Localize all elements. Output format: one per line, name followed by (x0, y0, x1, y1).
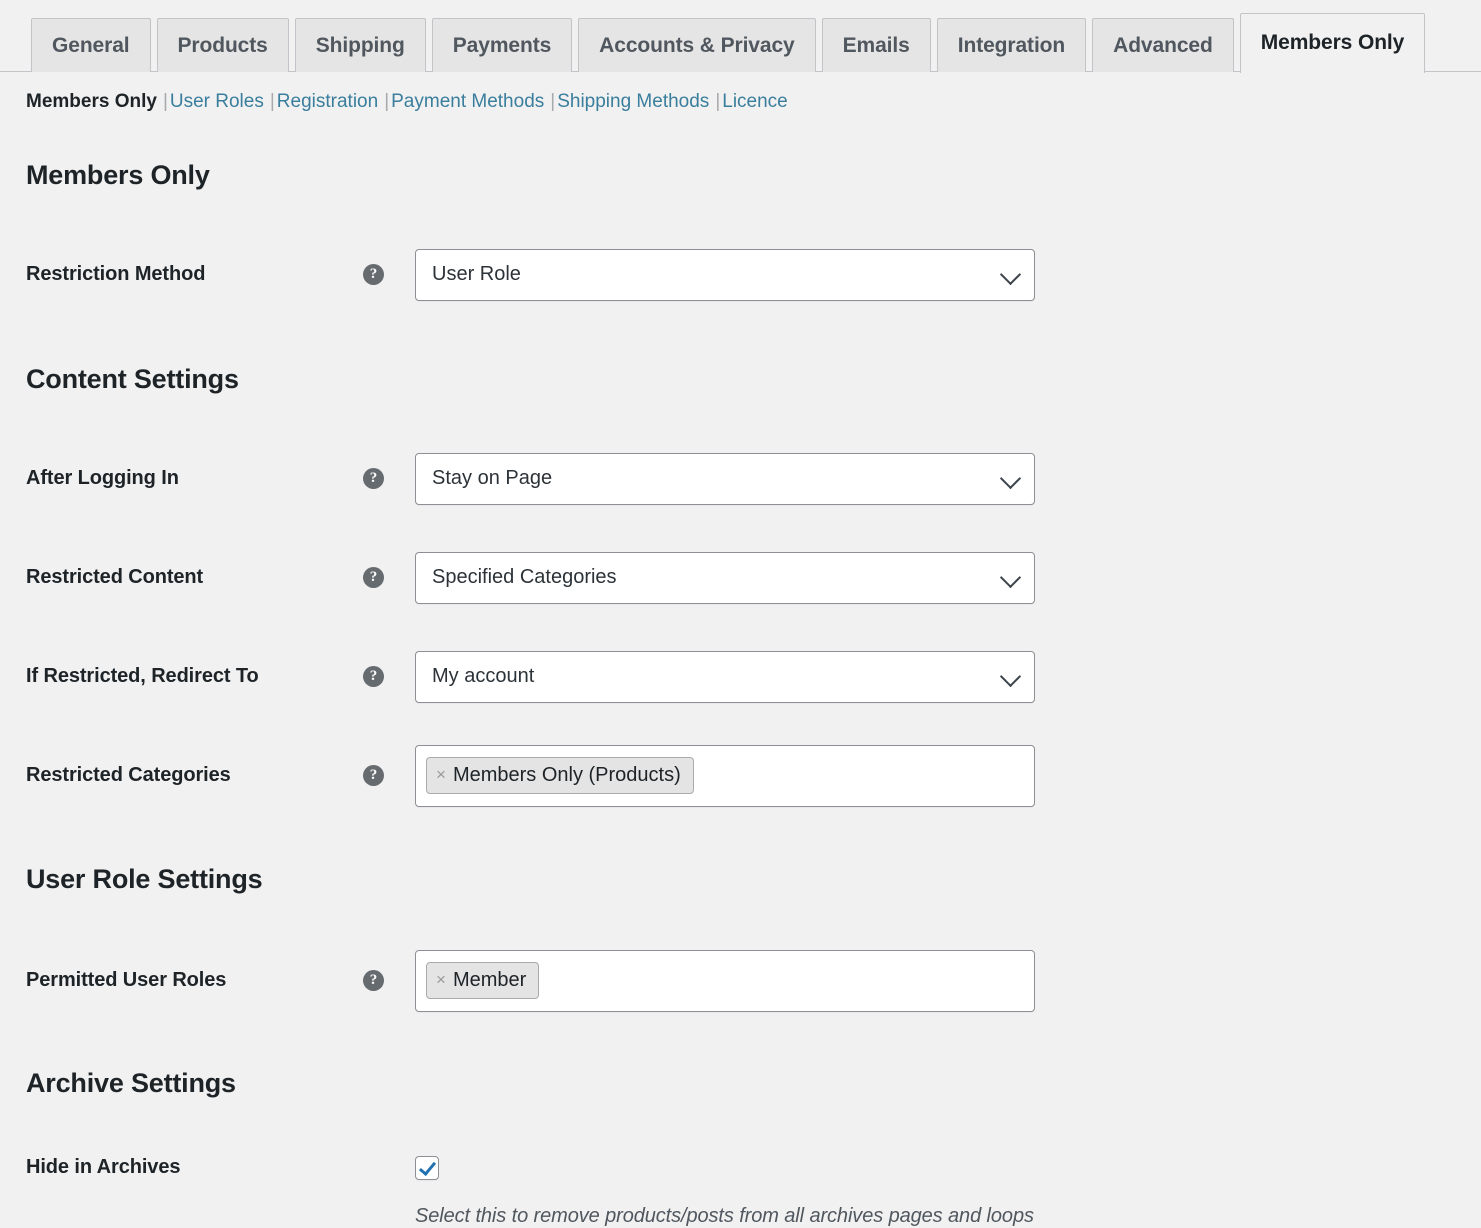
select-value: Specified Categories (432, 566, 617, 589)
tab-shipping[interactable]: Shipping (294, 18, 426, 72)
subnav-link-licence[interactable]: Licence (722, 91, 788, 112)
tab-emails[interactable]: Emails (821, 18, 931, 72)
token-remove-icon[interactable]: × (436, 765, 446, 785)
help-icon[interactable]: ? (363, 765, 384, 787)
checkbox-hide-in-archives[interactable] (415, 1155, 439, 1180)
settings-tab-bar: General Products Shipping Payments Accou… (0, 0, 1481, 73)
tab-products[interactable]: Products (156, 18, 289, 72)
hint-row-hide-in-archives: Select this to remove products/posts fro… (26, 1205, 1481, 1228)
select-value: My account (432, 665, 535, 688)
field-row-restricted-content: Restricted Content ? Specified Categorie… (26, 551, 1481, 604)
field-row-restricted-categories: Restricted Categories ? × Members Only (P… (26, 744, 1481, 807)
subnav-link-registration[interactable]: Registration (277, 91, 378, 112)
tab-integration[interactable]: Integration (936, 18, 1087, 72)
token-item: × Member (426, 962, 540, 1000)
tab-general[interactable]: General (31, 18, 151, 72)
label-permitted-user-roles: Permitted User Roles (26, 969, 227, 992)
subnav-separator: | (384, 91, 390, 112)
token-remove-icon[interactable]: × (436, 970, 446, 990)
subnav-link-shipping-methods[interactable]: Shipping Methods (557, 91, 709, 112)
section-title-content-settings: Content Settings (26, 363, 239, 394)
field-row-hide-in-archives: Hide in Archives (26, 1155, 1481, 1180)
help-cell: ? (363, 970, 415, 992)
help-cell: ? (363, 567, 415, 589)
checkbox-hide-in-archives-wrap (415, 1155, 439, 1180)
settings-content: Members Only Restriction Method ? User R… (0, 160, 1481, 1228)
subnav-link-payment-methods[interactable]: Payment Methods (391, 91, 544, 112)
section-title-user-role-settings: User Role Settings (26, 863, 263, 894)
subnav: Members Only | User Roles | Registration | Pay… (0, 72, 1481, 115)
subnav-separator: | (550, 91, 556, 112)
tab-payments[interactable]: Payments (431, 18, 573, 72)
field-row-after-logging-in: After Logging In ? Stay on Page (26, 452, 1481, 505)
help-cell: ? (363, 666, 415, 688)
label-after-logging-in: After Logging In (26, 467, 179, 490)
chevron-down-icon (999, 665, 1022, 687)
label-redirect-to: If Restricted, Redirect To (26, 665, 259, 688)
help-icon[interactable]: ? (363, 970, 384, 992)
help-icon[interactable]: ? (363, 567, 384, 589)
tab-advanced[interactable]: Advanced (1092, 18, 1234, 72)
tab-accounts-privacy[interactable]: Accounts & Privacy (578, 18, 816, 72)
section-title-archive-settings: Archive Settings (26, 1067, 236, 1098)
field-row-restriction-method: Restriction Method ? User Role (26, 248, 1481, 301)
chevron-down-icon (999, 566, 1022, 588)
help-icon[interactable]: ? (363, 666, 384, 688)
section-title-members-only: Members Only (26, 159, 210, 190)
subnav-item-members-only: Members Only (26, 91, 157, 112)
token-label: Member (452, 969, 527, 992)
help-icon[interactable]: ? (363, 468, 384, 490)
token-input-restricted-categories[interactable]: × Members Only (Products) (415, 744, 1035, 807)
select-restricted-content[interactable]: Specified Categories (415, 551, 1035, 604)
field-row-redirect-to: If Restricted, Redirect To ? My account (26, 650, 1481, 703)
field-row-permitted-user-roles: Permitted User Roles ? × Member (26, 949, 1481, 1012)
label-restricted-content: Restricted Content (26, 566, 204, 589)
token-input-permitted-user-roles[interactable]: × Member (415, 949, 1035, 1012)
chevron-down-icon (999, 467, 1022, 489)
label-restriction-method: Restriction Method (26, 263, 206, 286)
label-hide-in-archives: Hide in Archives (26, 1156, 181, 1179)
subnav-separator: | (162, 91, 168, 112)
subnav-separator: | (269, 91, 275, 112)
tab-members-only[interactable]: Members Only (1239, 13, 1426, 73)
subnav-separator: | (715, 91, 721, 112)
help-cell: ? (363, 468, 415, 490)
token-label: Members Only (Products) (452, 764, 681, 787)
select-after-logging-in[interactable]: Stay on Page (415, 452, 1035, 505)
select-value: Stay on Page (432, 467, 553, 490)
help-cell: ? (363, 765, 415, 787)
token-item: × Members Only (Products) (426, 757, 694, 795)
help-icon[interactable]: ? (363, 264, 384, 286)
help-cell: ? (363, 264, 415, 286)
hint-hide-in-archives: Select this to remove products/posts fro… (415, 1204, 1034, 1227)
select-redirect-to[interactable]: My account (415, 650, 1035, 703)
label-restricted-categories: Restricted Categories (26, 764, 231, 787)
select-value: User Role (432, 263, 521, 286)
chevron-down-icon (999, 263, 1022, 285)
subnav-link-user-roles[interactable]: User Roles (170, 91, 264, 112)
select-restriction-method[interactable]: User Role (415, 248, 1035, 301)
